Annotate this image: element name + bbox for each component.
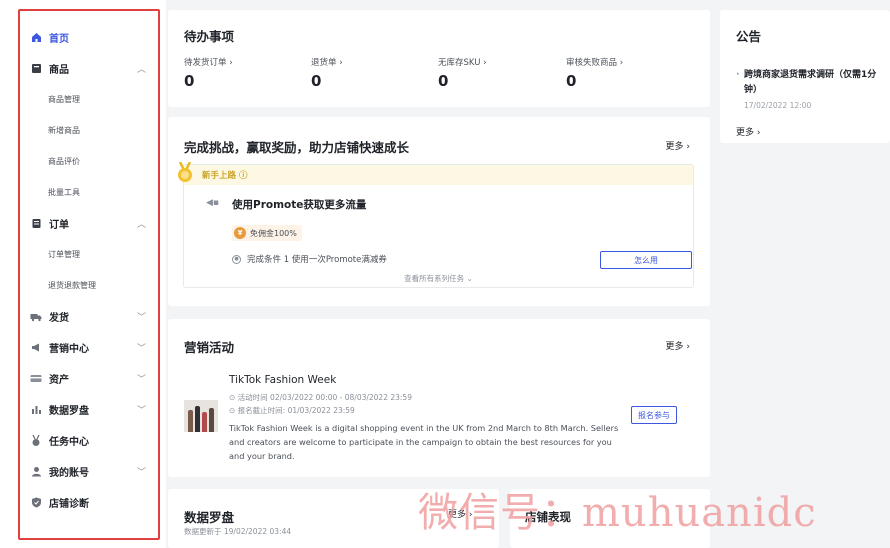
radio-icon: ● xyxy=(232,254,241,264)
medal-icon xyxy=(178,162,192,182)
notice-more-link[interactable]: 更多 › xyxy=(736,125,760,138)
sidebar-item-assets[interactable]: 资产 ﹀ xyxy=(30,363,148,394)
sidebar-item-label: 我的账号 xyxy=(49,468,89,479)
campaign-card: 营销活动 更多 › TikTok Fashion Week ⊙ 活动时间 02/… xyxy=(168,319,710,477)
notice-text: 跨境商家退货需求调研（仅需1分钟） xyxy=(736,68,886,98)
todo-value: 0 xyxy=(566,72,577,90)
card-icon xyxy=(30,373,42,385)
sidebar-item-products[interactable]: 商品 ︿ xyxy=(30,53,148,84)
medal-icon xyxy=(30,434,42,447)
todo-returns[interactable]: 退货单 › 0 xyxy=(311,56,343,90)
sidebar-item-label: 任务中心 xyxy=(49,437,89,448)
chevron-down-icon: ﹀ xyxy=(136,313,146,323)
notice-title: 公告 xyxy=(736,29,762,44)
sidebar-item-label: 营销中心 xyxy=(49,344,89,355)
chevron-down-icon: ﹀ xyxy=(136,406,146,416)
sidebar-subitem-order-management[interactable]: 订单管理 xyxy=(30,239,148,270)
notice-card: 公告 跨境商家退货需求调研（仅需1分钟） 17/02/2022 12:00 更多… xyxy=(720,10,890,143)
chevron-down-icon: ﹀ xyxy=(136,468,146,478)
sidebar-subitem-returns-refunds[interactable]: 退货退款管理 xyxy=(30,270,148,301)
campaign-description: TikTok Fashion Week is a digital shoppin… xyxy=(229,423,619,461)
challenge-card: 完成挑战，赢取奖励，助力店铺快速成长 更多 › 新手上路 ⓘ ◀▪ 使用Prom… xyxy=(168,117,710,306)
task-box: 新手上路 ⓘ ◀▪ 使用Promote获取更多流量 ¥ 免佣金100% ● 完成… xyxy=(178,162,694,288)
challenge-title: 完成挑战，赢取奖励，助力店铺快速成长 xyxy=(184,140,410,155)
notice-entry[interactable]: 跨境商家退货需求调研（仅需1分钟） 17/02/2022 12:00 xyxy=(736,68,886,110)
watermark: 微信号：muhuanidc xyxy=(418,490,817,536)
chevron-down-icon: ﹀ xyxy=(136,375,146,385)
sidebar-nav: 首页 商品 ︿ 商品管理 新增商品 商品评价 批量工具 订单 ︿ 订单管理 退货… xyxy=(30,22,148,518)
home-icon xyxy=(30,32,42,44)
todo-pending-shipment[interactable]: 待发货订单 › 0 xyxy=(184,56,233,90)
sidebar-subitem-bulk-tools[interactable]: 批量工具 xyxy=(30,177,148,208)
sidebar-item-marketing[interactable]: 营销中心 ﹀ xyxy=(30,332,148,363)
sidebar-item-my-account[interactable]: 我的账号 ﹀ xyxy=(30,456,148,487)
sidebar-item-label: 商品 xyxy=(49,65,69,76)
todo-out-of-stock-sku[interactable]: 无库存SKU › 0 xyxy=(438,56,487,90)
truck-icon xyxy=(30,311,42,323)
campaign-time: ⊙ 活动时间 02/03/2022 00:00 - 08/03/2022 23:… xyxy=(229,393,412,402)
todo-value: 0 xyxy=(438,72,449,90)
todo-label: 无库存SKU › xyxy=(438,58,487,68)
condition-label: 完成条件 1 使用一次Promote满减券 xyxy=(247,255,387,265)
megaphone-icon: ◀▪ xyxy=(206,198,220,208)
todo-label: 待发货订单 › xyxy=(184,58,233,68)
order-icon xyxy=(30,218,42,230)
todo-card: 待办事项 待发货订单 › 0 退货单 › 0 无库存SKU › 0 审核失败商品… xyxy=(168,10,710,107)
task-banner: 新手上路 ⓘ xyxy=(184,165,693,185)
todo-label: 退货单 › xyxy=(311,58,343,68)
sidebar-subitem-product-management[interactable]: 商品管理 xyxy=(30,84,148,115)
task-condition: ● 完成条件 1 使用一次Promote满减券 xyxy=(232,253,387,265)
coin-icon: ¥ xyxy=(234,227,246,239)
sidebar-item-shop-diagnosis[interactable]: 店铺诊断 xyxy=(30,487,148,518)
task-title: 使用Promote获取更多流量 xyxy=(232,199,367,211)
sidebar-item-home[interactable]: 首页 xyxy=(30,22,148,53)
campaign-more-link[interactable]: 更多 › xyxy=(666,339,690,352)
data-compass-title: 数据罗盘 xyxy=(184,510,235,525)
sidebar-item-label: 首页 xyxy=(49,34,69,45)
sidebar-item-label: 资产 xyxy=(49,375,69,386)
campaign-thumbnail xyxy=(184,400,218,432)
todo-value: 0 xyxy=(311,72,322,90)
user-icon xyxy=(30,466,42,478)
todo-failed-review[interactable]: 审核失败商品 › 0 xyxy=(566,56,623,90)
join-campaign-button[interactable]: 报名参与 xyxy=(631,406,677,424)
data-compass-updated: 数据更新于 19/02/2022 03:44 xyxy=(184,527,292,536)
shield-icon xyxy=(30,497,42,509)
sidebar-item-data-compass[interactable]: 数据罗盘 ﹀ xyxy=(30,394,148,425)
todo-label: 审核失败商品 › xyxy=(566,58,624,68)
product-icon xyxy=(30,63,42,75)
reward-label: 免佣金100% xyxy=(250,228,297,238)
notice-date: 17/02/2022 12:00 xyxy=(744,101,812,110)
sidebar-item-task-center[interactable]: 任务中心 xyxy=(30,425,148,456)
chevron-down-icon: ﹀ xyxy=(136,344,146,354)
campaign-title: 营销活动 xyxy=(184,340,235,355)
sidebar-item-label: 发货 xyxy=(49,313,69,324)
todo-value: 0 xyxy=(184,72,195,90)
reward-badge: ¥ 免佣金100% xyxy=(232,225,302,241)
how-to-use-button[interactable]: 怎么用 xyxy=(600,251,692,269)
chevron-up-icon: ︿ xyxy=(136,65,146,75)
view-all-tasks-link[interactable]: 查看所有系列任务 ⌄ xyxy=(184,273,693,284)
chart-icon xyxy=(30,404,42,416)
sidebar-item-label: 店铺诊断 xyxy=(49,499,89,510)
sidebar-item-orders[interactable]: 订单 ︿ xyxy=(30,208,148,239)
sidebar-item-label: 数据罗盘 xyxy=(49,406,89,417)
sidebar-subitem-add-product[interactable]: 新增商品 xyxy=(30,115,148,146)
challenge-more-link[interactable]: 更多 › xyxy=(666,139,690,152)
sidebar: 首页 商品 ︿ 商品管理 新增商品 商品评价 批量工具 订单 ︿ 订单管理 退货… xyxy=(0,0,166,548)
sidebar-item-label: 订单 xyxy=(49,220,69,231)
megaphone-icon xyxy=(30,342,42,354)
sidebar-item-shipping[interactable]: 发货 ﹀ xyxy=(30,301,148,332)
chevron-up-icon: ︿ xyxy=(136,220,146,230)
campaign-deadline: ⊙ 报名截止时间: 01/03/2022 23:59 xyxy=(229,406,355,415)
campaign-name: TikTok Fashion Week xyxy=(229,374,337,386)
sidebar-subitem-product-reviews[interactable]: 商品评价 xyxy=(30,146,148,177)
todo-title: 待办事项 xyxy=(184,29,235,44)
